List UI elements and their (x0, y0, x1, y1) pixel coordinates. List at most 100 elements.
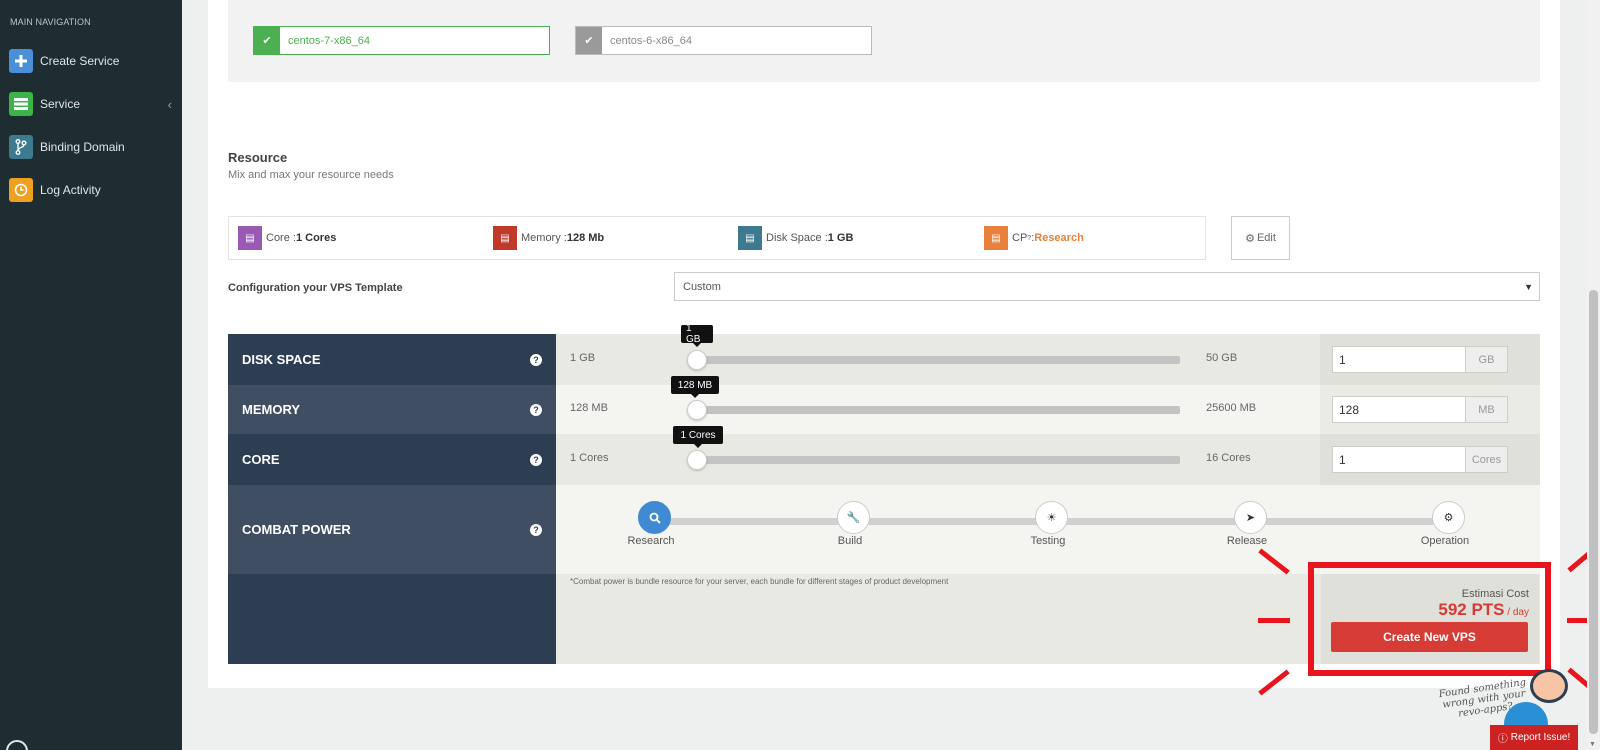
disk-min: 1 GB (570, 352, 596, 364)
stage-testing-button[interactable]: ☀ (1035, 501, 1068, 534)
lightbulb-icon: ☀ (1046, 512, 1057, 524)
summary-disk-label: Disk Space : (766, 232, 828, 244)
core-slider-area: 1 Cores 16 Cores (556, 434, 1320, 485)
search-icon (649, 512, 661, 524)
edit-label: Edit (1256, 232, 1276, 244)
resource-summary: ▤ Core : 1 Cores ▤ Memory : 128 Mb ▤ Dis… (228, 216, 1206, 260)
combat-power-note: *Combat power is bundle resource for you… (570, 577, 949, 586)
summary-cp: ▤ CP ?: Research (984, 226, 1084, 250)
question-icon[interactable]: ? (530, 403, 542, 416)
nav-label: Service (40, 97, 81, 111)
stage-research-button[interactable] (638, 501, 671, 534)
os-label: centos-6-x86_64 (610, 34, 692, 47)
question-icon[interactable]: ? (530, 353, 542, 366)
scrollbar-thumb[interactable] (1589, 290, 1598, 734)
memory-slider-handle[interactable] (687, 400, 707, 420)
core-input[interactable]: 1 (1332, 446, 1466, 473)
disk-input[interactable]: 1 (1332, 346, 1466, 373)
disk-slider-track[interactable] (696, 356, 1180, 364)
rocket-icon: ➤ (1245, 512, 1256, 524)
resource-subtitle: Mix and max your resource needs (228, 169, 394, 181)
summary-core-label: Core : (266, 232, 296, 244)
row-label: MEMORY (242, 402, 301, 417)
memory-slider-track[interactable] (696, 406, 1180, 414)
cost-amount: 592 PTS (1438, 600, 1505, 619)
nav-label: Binding Domain (40, 140, 125, 154)
highlight-ray (1258, 618, 1290, 623)
stage-label: Release (1226, 535, 1268, 547)
list-icon: ▤ (493, 226, 517, 250)
list-icon: ▤ (238, 226, 262, 250)
page-scrollbar[interactable]: ▼ (1587, 0, 1600, 750)
disk-unit: GB (1466, 346, 1508, 373)
core-tooltip: 1 Cores (673, 426, 723, 448)
check-circle-icon: ✔ (576, 27, 602, 54)
disk-slider-handle[interactable] (687, 350, 707, 370)
report-issue-button[interactable]: ⓘ Report Issue! (1490, 725, 1578, 750)
info-icon: ⓘ (1497, 734, 1508, 745)
sidebar: MAIN NAVIGATION Create Service Service ‹… (0, 0, 182, 750)
disk-input-area: 1 GB (1320, 334, 1540, 385)
question-icon[interactable]: ? (530, 523, 542, 536)
os-option-centos-6[interactable]: ✔ centos-6-x86_64 (575, 26, 872, 55)
memory-input[interactable]: 128 (1332, 396, 1466, 423)
row-label: DISK SPACE (242, 352, 321, 367)
question-icon[interactable]: ? (530, 453, 542, 466)
stage-label: Build (837, 535, 863, 547)
template-selected: Custom (683, 280, 721, 293)
core-slider-track[interactable] (696, 456, 1180, 464)
core-label: CORE ? (228, 434, 556, 485)
summary-memory-value: 128 Mb (566, 232, 605, 244)
nav-create-service[interactable]: Create Service (0, 40, 182, 82)
core-unit: Cores (1466, 446, 1508, 473)
plus-icon (9, 49, 33, 73)
summary-memory: ▤ Memory : 128 Mb (493, 226, 604, 250)
summary-memory-label: Memory : (521, 232, 567, 244)
user-avatar[interactable] (6, 740, 28, 750)
edit-button[interactable]: ⚙ Edit (1231, 216, 1290, 260)
create-new-vps-button[interactable]: Create New VPS (1331, 622, 1528, 652)
os-option-centos-7[interactable]: ✔ centos-7-x86_64 (253, 26, 550, 55)
server-icon (9, 92, 33, 116)
template-select[interactable]: Custom ▼ (674, 272, 1540, 301)
support-agent-icon (1530, 669, 1568, 703)
core-input-area: 1 Cores (1320, 434, 1540, 485)
core-max: 16 Cores (1206, 452, 1251, 464)
nav-log-activity[interactable]: Log Activity (0, 169, 182, 211)
os-label: centos-7-x86_64 (288, 34, 370, 47)
memory-label: MEMORY ? (228, 385, 556, 434)
cost-box: Estimasi Cost 592 PTS / day Create New V… (1321, 574, 1539, 664)
caret-down-icon: ▼ (1524, 281, 1533, 292)
summary-cp-label: CP (1012, 232, 1028, 244)
summary-cp-value: Research (1034, 232, 1084, 244)
nav-service[interactable]: Service ‹ (0, 83, 182, 125)
row-label: CORE (242, 452, 280, 467)
check-circle-icon: ✔ (254, 27, 280, 54)
core-slider-handle[interactable] (687, 450, 707, 470)
nav-label: Create Service (40, 54, 120, 68)
gear-icon: ⚙ (1245, 232, 1255, 245)
wrench-icon: 🔧 (846, 512, 861, 524)
chevron-left-icon: ‹ (167, 96, 172, 112)
cost-period: / day (1504, 607, 1529, 618)
template-label: Configuration your VPS Template (228, 282, 403, 294)
stage-operation-button[interactable]: ⚙ (1432, 501, 1465, 534)
row-label: COMBAT POWER (242, 522, 351, 537)
scroll-down-icon[interactable]: ▼ (1589, 741, 1596, 748)
stage-label: Testing (1030, 535, 1066, 547)
combat-power-label: COMBAT POWER ? (228, 485, 556, 574)
cost-value: 592 PTS / day (1438, 600, 1529, 620)
nav-binding-domain[interactable]: Binding Domain (0, 126, 182, 168)
cost-label: Estimasi Cost (1461, 588, 1529, 600)
memory-tooltip: 128 MB (671, 376, 719, 398)
disk-space-label: DISK SPACE ? (228, 334, 556, 385)
memory-unit: MB (1466, 396, 1508, 423)
stage-release-button[interactable]: ➤ (1234, 501, 1267, 534)
clock-icon (9, 178, 33, 202)
stage-build-button[interactable]: 🔧 (837, 501, 870, 534)
summary-core-value: 1 Cores (295, 232, 337, 244)
stage-label: Research (627, 535, 675, 547)
memory-max: 25600 MB (1206, 402, 1257, 414)
list-icon: ▤ (738, 226, 762, 250)
memory-input-area: 128 MB (1320, 385, 1540, 434)
